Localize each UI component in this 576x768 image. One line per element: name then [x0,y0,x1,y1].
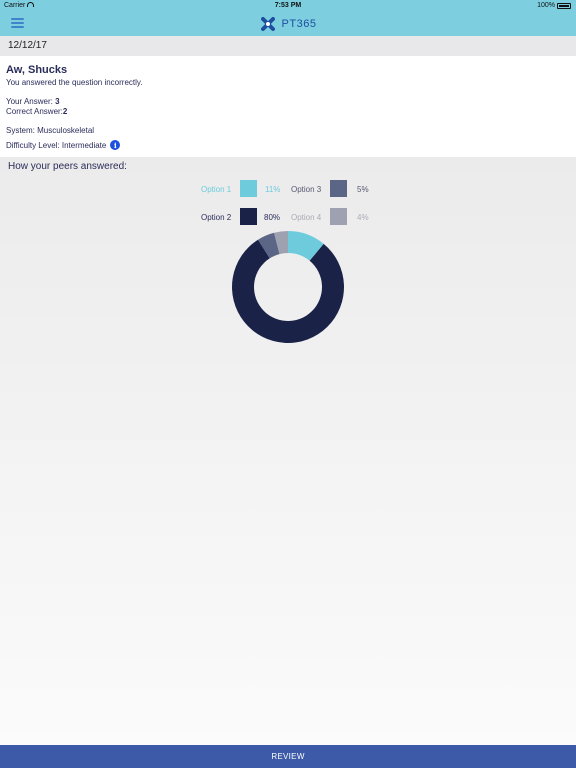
legend-option-2: Option 2 80% [201,208,283,225]
legend-swatch [330,180,347,197]
legend-percent: 4% [357,213,369,222]
legend-option-1: Option 1 11% [201,180,281,197]
legend-percent: 80% [264,213,281,222]
system-info: System: Musculoskeletal [6,126,570,135]
donut-slice-option-2 [232,239,344,343]
pt365-x-logo-icon [260,17,275,31]
info-icon[interactable]: i [110,140,121,150]
result-title: Aw, Shucks [6,64,68,76]
legend-option-3: Option 3 5% [291,180,371,197]
your-answer-value: 3 [55,97,60,106]
peer-answers-section: How your peers answered: Option 1 11% Op… [0,157,576,745]
peer-answers-donut-chart [232,231,344,343]
answers-block: Your Answer: 3 Correct Answer:2 [6,97,570,117]
battery-percent: 100% [537,2,555,9]
nav-bar: PT365 [0,12,576,36]
peers-heading: How your peers answered: [8,161,127,172]
difficulty-label: Difficulty Level: [6,140,62,150]
correct-answer-label: Correct Answer: [6,107,63,116]
system-value: Musculoskeletal [37,126,95,135]
legend-label: Option 2 [201,213,232,222]
review-button[interactable]: REVIEW [0,745,576,768]
correct-answer-value: 2 [62,107,68,116]
status-bar: Carrier 7:53 PM 100% [0,0,576,12]
legend-label: Option 4 [291,213,322,222]
brand: PT365 [0,12,576,36]
legend-option-4: Option 4 4% [291,208,371,225]
battery-indicator: 100% [537,2,571,9]
result-message: You answered the question incorrectly. [6,78,143,87]
legend-swatch [240,180,257,197]
legend-label: Option 1 [201,185,232,194]
difficulty-info: Difficulty Level: Intermediate i [6,140,570,150]
correct-answer: Correct Answer:2 [6,107,570,117]
difficulty-text: Difficulty Level: Intermediate [6,141,106,150]
legend-swatch [240,208,257,225]
question-date: 12/12/17 [0,36,576,56]
legend-percent: 11% [265,185,281,194]
your-answer: Your Answer: 3 [6,97,570,107]
system-label: System: [6,126,38,135]
legend-swatch [330,208,347,225]
legend-percent: 5% [357,185,369,194]
result-card: Aw, Shucks You answered the question inc… [0,56,576,157]
difficulty-value: Intermediate [61,140,107,150]
status-time: 7:53 PM [274,2,302,9]
battery-icon [557,2,571,9]
hamburger-menu-icon[interactable] [11,17,25,28]
app-title: PT365 [281,18,317,30]
legend-label: Option 3 [291,185,322,194]
your-answer-label: Your Answer: [6,97,56,106]
